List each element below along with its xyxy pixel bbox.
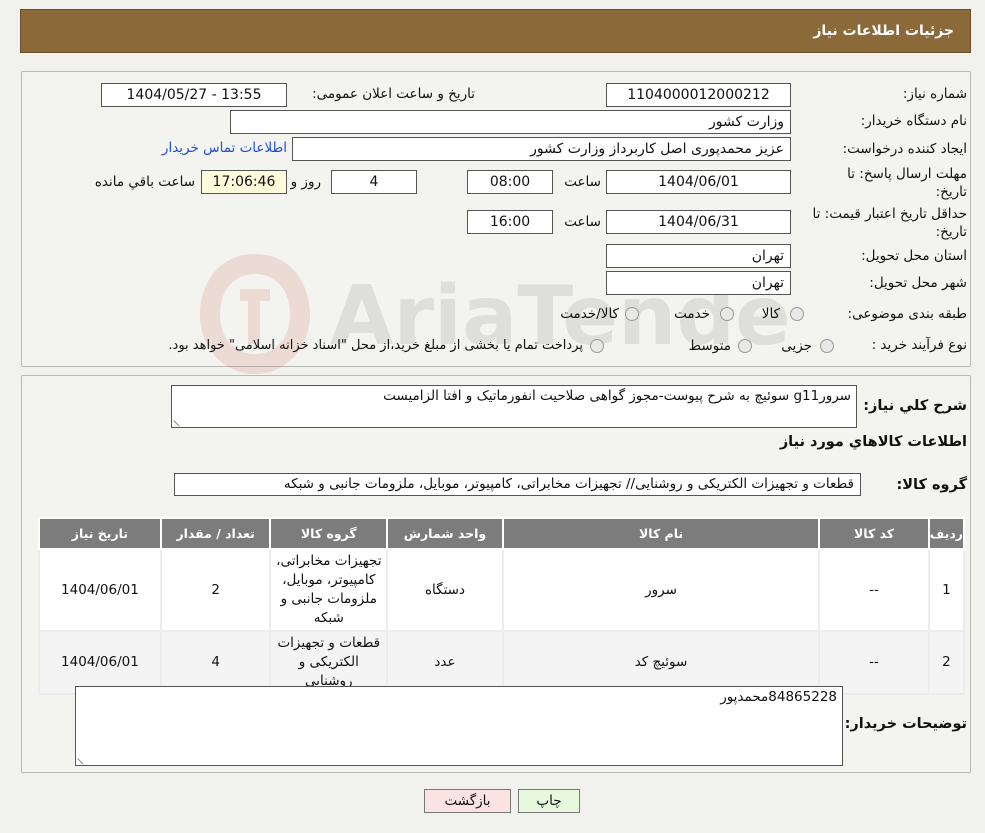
process-label: نوع فرآیند خرید : <box>871 337 967 353</box>
need-number-label: شماره نیاز: <box>902 86 967 102</box>
buyer-contact-link[interactable]: اطلاعات تماس خریدار <box>162 140 287 156</box>
city-label: شهر محل تحویل: <box>869 275 967 291</box>
col-code: کد کالا <box>818 517 930 550</box>
validity-label: حداقل تاریخ اعتبار قیمت: تا <box>812 206 967 222</box>
category-radio-goods-service[interactable] <box>625 307 639 321</box>
deadline-date-field[interactable]: 1404/06/01 <box>606 170 791 194</box>
process-option-medium: متوسط <box>688 338 731 354</box>
col-name: نام کالا <box>501 517 821 550</box>
remaining-time-label: ساعت باقي مانده <box>94 174 195 190</box>
page-title: جزئیات اطلاعات نیاز <box>813 23 954 39</box>
cell-group: قطعات و تجهیزات الکتریکی و روشنایی <box>269 630 389 695</box>
process-checkbox-treasury[interactable] <box>590 339 604 353</box>
validity-time-label: ساعت <box>564 214 601 230</box>
goods-group-label: گروه کالا: <box>896 477 967 493</box>
deadline-label: مهلت ارسال پاسخ: تا <box>847 166 967 182</box>
goods-group-field[interactable]: قطعات و تجهیزات الکتریکی و روشنایی// تجه… <box>174 473 861 496</box>
announce-datetime-field[interactable]: 1404/05/27 - 13:55 <box>101 83 287 107</box>
col-row: ردیف <box>927 517 966 550</box>
deadline-time-field[interactable]: 08:00 <box>467 170 553 194</box>
cell-name: سوئیچ کد <box>501 630 821 695</box>
buyer-notes-label: توضیحات خریدار: <box>844 716 967 732</box>
table-row[interactable]: 1 -- سرور دستگاه تجهیزات مخابراتی، کامپی… <box>38 548 966 632</box>
cell-unit: دستگاه <box>386 548 504 632</box>
col-date: تاریخ نیاز <box>38 517 162 550</box>
process-radio-medium[interactable] <box>738 339 752 353</box>
cell-row: 2 <box>927 630 966 695</box>
category-option-goods: کالا <box>761 306 780 322</box>
col-unit: واحد شمارش <box>386 517 504 550</box>
page-header: جزئیات اطلاعات نیاز <box>20 9 971 53</box>
print-button[interactable]: چاپ <box>518 789 580 813</box>
deadline-time-label: ساعت <box>564 174 601 190</box>
process-option-minor: جزیی <box>781 338 812 354</box>
buyer-notes-text: 84865228محمدپور <box>720 689 837 705</box>
cell-qty: 2 <box>159 548 272 632</box>
cell-code: -- <box>818 630 930 695</box>
category-radio-service[interactable] <box>720 307 734 321</box>
cell-unit: عدد <box>386 630 504 695</box>
goods-table: ردیف کد کالا نام کالا واحد شمارش گروه کا… <box>38 517 966 695</box>
deadline-label-date: تاریخ: <box>935 184 967 200</box>
cell-name: سرور <box>501 548 821 632</box>
creator-label: ایجاد کننده درخواست: <box>842 141 967 157</box>
announce-label: تاریخ و ساعت اعلان عمومی: <box>312 86 475 102</box>
process-radio-minor[interactable] <box>820 339 834 353</box>
cell-row: 1 <box>927 548 966 632</box>
province-label: استان محل تحویل: <box>861 248 967 264</box>
days-remaining-field[interactable]: 4 <box>331 170 417 194</box>
resize-handle-icon[interactable] <box>173 415 185 427</box>
goods-table-wrapper: ردیف کد کالا نام کالا واحد شمارش گروه کا… <box>38 517 966 695</box>
cell-date: 1404/06/01 <box>38 548 162 632</box>
cell-date: 1404/06/01 <box>38 630 162 695</box>
cell-qty: 4 <box>159 630 272 695</box>
description-text: سرورg11 سوئیچ به شرح پیوست-مجوز گواهی صل… <box>383 388 851 404</box>
resize-handle-icon[interactable] <box>77 753 89 765</box>
province-field[interactable]: تهران <box>606 244 791 268</box>
category-option-goods-service: کالا/خدمت <box>560 306 619 322</box>
back-button[interactable]: بازگشت <box>424 789 511 813</box>
goods-table-header: ردیف کد کالا نام کالا واحد شمارش گروه کا… <box>38 517 966 550</box>
buyer-field[interactable]: وزارت کشور <box>230 110 791 134</box>
cell-group: تجهیزات مخابراتی، کامپیوتر، موبایل، ملزو… <box>269 548 389 632</box>
need-number-field[interactable]: 1104000012000212 <box>606 83 791 107</box>
description-label: شرح کلي نياز: <box>863 398 967 414</box>
cell-code: -- <box>818 548 930 632</box>
col-qty: تعداد / مقدار <box>159 517 272 550</box>
table-row[interactable]: 2 -- سوئیچ کد عدد قطعات و تجهیزات الکتری… <box>38 630 966 695</box>
buyer-label: نام دستگاه خریدار: <box>860 113 967 129</box>
remaining-time-field[interactable]: 17:06:46 <box>201 170 287 194</box>
validity-date-field[interactable]: 1404/06/31 <box>606 210 791 234</box>
category-label: طبقه بندی موضوعی: <box>847 306 967 322</box>
validity-time-field[interactable]: 16:00 <box>467 210 553 234</box>
description-textarea[interactable]: سرورg11 سوئیچ به شرح پیوست-مجوز گواهی صل… <box>171 385 857 428</box>
category-radio-goods[interactable] <box>790 307 804 321</box>
col-group: گروه کالا <box>269 517 389 550</box>
process-note: پرداخت تمام یا بخشی از مبلغ خرید،از محل … <box>168 338 583 353</box>
category-option-service: خدمت <box>674 306 710 322</box>
creator-field[interactable]: عزیز محمدپوری اصل کاربرداز وزارت کشور <box>292 137 791 161</box>
days-word: روز و <box>290 174 321 190</box>
city-field[interactable]: تهران <box>606 271 791 295</box>
validity-label-date: تاریخ: <box>935 224 967 240</box>
buyer-notes-textarea[interactable]: 84865228محمدپور <box>75 686 843 766</box>
goods-section-title: اطلاعات کالاهاي مورد نياز <box>779 434 967 450</box>
